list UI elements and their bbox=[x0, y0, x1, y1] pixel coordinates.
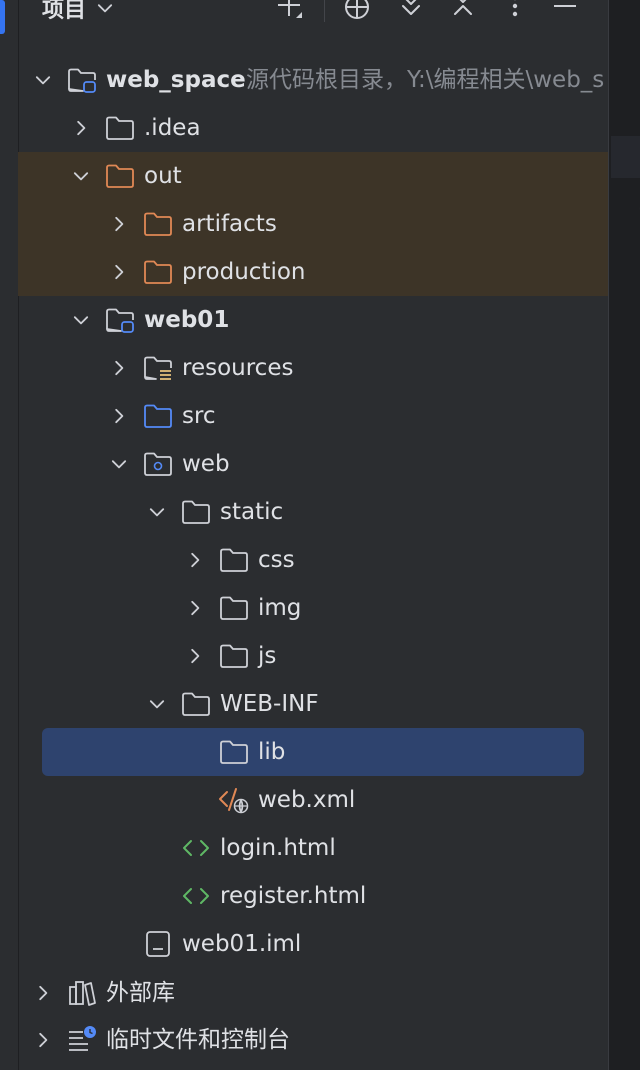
add-icon[interactable] bbox=[278, 0, 304, 20]
tree-node-login-html[interactable]: login.html bbox=[18, 824, 608, 872]
editor-gutter: 1 2 3 4 bbox=[608, 0, 640, 1070]
chevron-right-icon[interactable] bbox=[184, 549, 206, 571]
tree-node-static[interactable]: static bbox=[18, 488, 608, 536]
chevron-right-icon[interactable] bbox=[108, 405, 130, 427]
root-path-hint: 源代码根目录，Y:\编程相关\web_s bbox=[246, 67, 605, 93]
source-folder-icon bbox=[142, 401, 174, 431]
tree-node-label: login.html bbox=[220, 835, 336, 861]
tree-node-web[interactable]: web bbox=[18, 440, 608, 488]
tree-node-label: register.html bbox=[220, 883, 367, 909]
more-icon[interactable] bbox=[502, 0, 528, 20]
tree-node-label: web01 bbox=[144, 307, 230, 333]
chevron-down-icon[interactable] bbox=[108, 453, 130, 475]
tree-node-web01[interactable]: web01 bbox=[18, 296, 608, 344]
chevron-down-icon[interactable] bbox=[70, 165, 92, 187]
chevron-right-icon[interactable] bbox=[108, 357, 130, 379]
project-panel-header: 项目 bbox=[18, 0, 608, 40]
chevron-right-icon[interactable] bbox=[32, 1029, 54, 1051]
tree-node-label: 临时文件和控制台 bbox=[106, 1027, 290, 1053]
tree-node-web-space[interactable]: web_space 源代码根目录，Y:\编程相关\web_s bbox=[18, 56, 608, 104]
tree-node-img[interactable]: img bbox=[18, 584, 608, 632]
excluded-folder-icon bbox=[142, 209, 174, 239]
folder-icon bbox=[218, 641, 250, 671]
iml-file-icon bbox=[142, 929, 174, 959]
chevron-right-icon[interactable] bbox=[108, 261, 130, 283]
current-line-highlight bbox=[611, 136, 640, 178]
chevron-down-icon[interactable] bbox=[146, 693, 168, 715]
scratch-console-icon bbox=[66, 1025, 98, 1055]
chevron-right-icon[interactable] bbox=[184, 645, 206, 667]
module-folder-icon bbox=[104, 305, 136, 335]
tree-node-label: img bbox=[258, 595, 302, 621]
chevron-down-icon[interactable] bbox=[146, 501, 168, 523]
html-file-icon bbox=[180, 881, 212, 911]
tree-node-web01-iml[interactable]: web01.iml bbox=[18, 920, 608, 968]
tree-node-resources[interactable]: resources bbox=[18, 344, 608, 392]
folder-icon bbox=[180, 689, 212, 719]
web-folder-icon bbox=[142, 449, 174, 479]
toolbar-separator bbox=[324, 0, 325, 22]
tree-node-js[interactable]: js bbox=[18, 632, 608, 680]
left-tool-strip bbox=[0, 0, 19, 1070]
chevron-right-icon[interactable] bbox=[108, 213, 130, 235]
chevron-right-icon[interactable] bbox=[70, 117, 92, 139]
tree-node-label: static bbox=[220, 499, 284, 525]
folder-icon bbox=[218, 737, 250, 767]
panel-title: 项目 bbox=[42, 0, 87, 23]
folder-icon bbox=[104, 113, 136, 143]
tree-node-label: .idea bbox=[144, 115, 201, 141]
library-icon bbox=[66, 978, 98, 1008]
tree-node-out[interactable]: out bbox=[18, 152, 608, 200]
tree-node-css[interactable]: css bbox=[18, 536, 608, 584]
collapse-all-icon[interactable] bbox=[450, 0, 476, 20]
tree-node-label: web.xml bbox=[258, 787, 356, 813]
tree-node-label: WEB-INF bbox=[220, 691, 319, 717]
selection-highlight bbox=[42, 728, 584, 776]
tree-node-label: web bbox=[182, 451, 230, 477]
active-tool-indicator[interactable] bbox=[0, 0, 5, 34]
tree-node-lib[interactable]: lib bbox=[18, 728, 608, 776]
tree-node-label: css bbox=[258, 547, 295, 573]
tree-node-label: web01.iml bbox=[182, 931, 302, 957]
folder-icon bbox=[218, 593, 250, 623]
excluded-folder-icon bbox=[104, 161, 136, 191]
expand-all-icon[interactable] bbox=[398, 0, 424, 20]
tree-node-web-inf[interactable]: WEB-INF bbox=[18, 680, 608, 728]
tree-node-label: js bbox=[258, 643, 277, 669]
tree-node-label: src bbox=[182, 403, 216, 429]
chevron-right-icon[interactable] bbox=[184, 597, 206, 619]
tree-node-external-libraries[interactable]: 外部库 bbox=[18, 969, 608, 1017]
tree-node-label: artifacts bbox=[182, 211, 277, 237]
excluded-folder-icon bbox=[142, 257, 174, 287]
tree-node-label: production bbox=[182, 259, 306, 285]
tree-node-label: resources bbox=[182, 355, 294, 381]
chevron-right-icon[interactable] bbox=[32, 982, 54, 1004]
folder-icon bbox=[218, 545, 250, 575]
view-selector[interactable]: 项目 bbox=[42, 0, 114, 24]
tree-node-production[interactable]: production bbox=[18, 248, 608, 296]
tree-node-idea[interactable]: .idea bbox=[18, 104, 608, 152]
resources-folder-icon bbox=[142, 353, 174, 383]
module-folder-icon bbox=[66, 65, 98, 95]
tree-node-register-html[interactable]: register.html bbox=[18, 872, 608, 920]
tree-node-scratches[interactable]: 临时文件和控制台 bbox=[18, 1016, 608, 1064]
project-tool-window: 项目 1 2 3 4 web_space bbox=[0, 0, 640, 1070]
html-file-icon bbox=[180, 833, 212, 863]
tree-node-label: out bbox=[144, 163, 182, 189]
tree-node-label: web_space bbox=[106, 67, 246, 93]
tree-node-src[interactable]: src bbox=[18, 392, 608, 440]
tree-node-web-xml[interactable]: web.xml bbox=[18, 776, 608, 824]
tree-node-artifacts[interactable]: artifacts bbox=[18, 200, 608, 248]
minimize-icon[interactable] bbox=[552, 0, 578, 20]
xml-file-icon bbox=[218, 785, 250, 815]
chevron-down-icon[interactable] bbox=[70, 309, 92, 331]
chevron-down-icon bbox=[96, 0, 114, 17]
tree-node-label: 外部库 bbox=[106, 980, 175, 1006]
chevron-down-icon[interactable] bbox=[32, 69, 54, 91]
folder-icon bbox=[180, 497, 212, 527]
tree-node-label: lib bbox=[258, 739, 286, 765]
locate-icon[interactable] bbox=[344, 0, 370, 20]
